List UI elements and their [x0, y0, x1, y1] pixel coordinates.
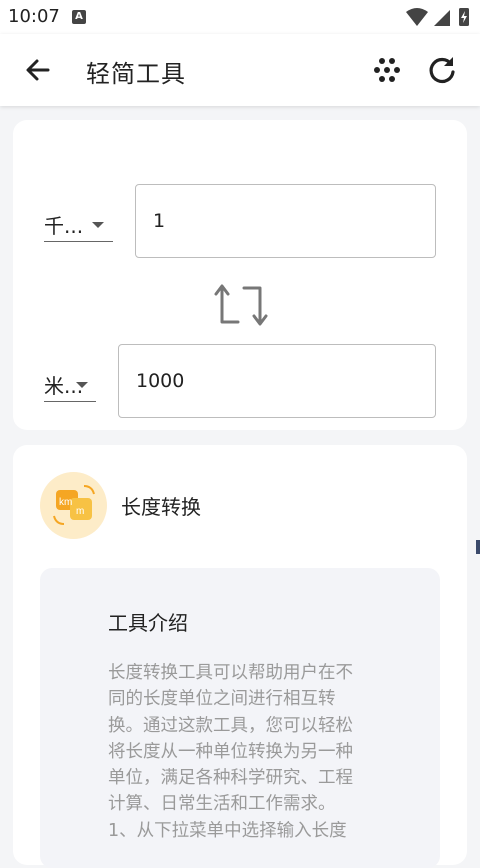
from-value-text: 1	[153, 210, 166, 232]
swap-icon[interactable]	[214, 282, 268, 328]
page-title: 轻简工具	[86, 60, 186, 88]
back-arrow-icon[interactable]	[22, 54, 54, 86]
length-conversion-icon: km m	[53, 485, 95, 525]
app-bar: 轻简工具	[0, 34, 480, 106]
signal-icon	[434, 10, 450, 26]
notification-icon: A	[72, 10, 86, 24]
intro-title: 工具介绍	[108, 611, 188, 635]
from-unit-label: 千...	[44, 214, 84, 238]
to-value-input[interactable]: 1000	[118, 344, 436, 418]
system-status-icons	[406, 8, 469, 26]
tool-icon-badge: km m	[40, 472, 107, 539]
tool-name: 长度转换	[121, 495, 201, 519]
scrollbar[interactable]	[476, 540, 480, 554]
from-value-input[interactable]: 1	[135, 184, 436, 258]
wifi-icon	[406, 8, 428, 26]
to-value-text: 1000	[136, 370, 185, 392]
refresh-icon[interactable]	[426, 54, 458, 86]
dots-menu-icon[interactable]	[374, 56, 404, 84]
from-unit-dropdown[interactable]: 千...	[44, 208, 113, 242]
svg-text:km: km	[59, 497, 72, 508]
intro-description: 长度转换工具可以帮助用户在不 同的长度单位之间进行相互转 换。通过这款工具，您可…	[108, 663, 353, 841]
status-bar: 10:07 A	[0, 0, 480, 34]
clock: 10:07	[8, 6, 60, 27]
svg-text:m: m	[76, 506, 84, 517]
chevron-down-icon	[92, 221, 104, 228]
to-unit-dropdown[interactable]: 米...	[44, 368, 96, 402]
to-unit-label: 米...	[44, 374, 84, 398]
chevron-down-icon	[76, 381, 88, 388]
